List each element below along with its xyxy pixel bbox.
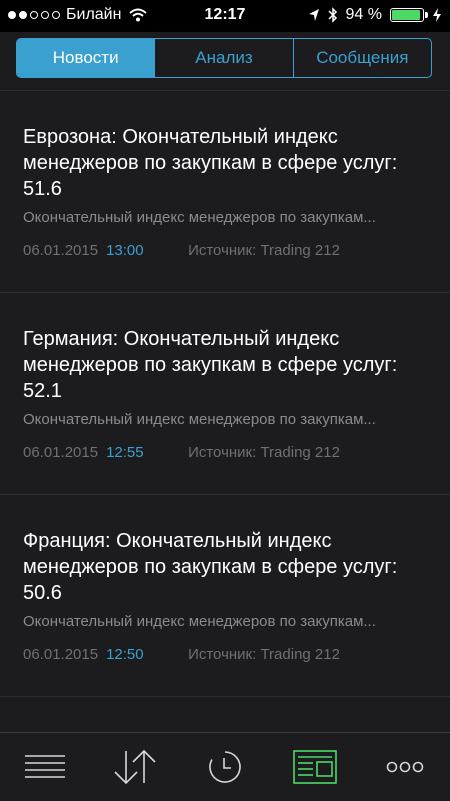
battery-icon [390, 8, 428, 22]
more-button[interactable] [385, 747, 425, 787]
signal-dot [41, 11, 49, 19]
news-icon [293, 750, 337, 784]
news-item[interactable]: Еврозона: Окончательный индекс менеджеро… [0, 91, 450, 293]
menu-button[interactable] [23, 747, 67, 787]
more-dots-icon [386, 761, 424, 773]
location-arrow-icon [308, 9, 319, 21]
wifi-icon [129, 8, 148, 22]
history-clock-icon [209, 751, 241, 783]
trade-button[interactable] [110, 747, 160, 787]
news-tab-button[interactable] [292, 747, 338, 787]
menu-icon [25, 755, 65, 778]
status-left: Билайн [8, 6, 148, 24]
carrier-name: Билайн [66, 6, 122, 23]
news-date: 06.01.2015 [23, 646, 99, 663]
tab-analysis[interactable]: Анализ [154, 39, 292, 77]
signal-dot [8, 11, 16, 19]
news-meta: 06.01.2015 12:50 Источник: Trading 212 [23, 646, 434, 663]
signal-strength-icon [8, 11, 60, 19]
signal-dot [19, 11, 27, 19]
news-time: 13:00 [106, 242, 144, 259]
tab-messages[interactable]: Сообщения [292, 39, 431, 77]
news-time: 12:50 [106, 646, 144, 663]
status-bar: Билайн 12:17 94 % [0, 0, 450, 32]
news-title: Германия: Окончательный индекс менеджеро… [23, 328, 398, 402]
news-snippet: Окончательный индекс менеджеров по закуп… [23, 613, 376, 630]
news-meta: 06.01.2015 12:55 Источник: Trading 212 [23, 444, 434, 461]
battery-fill [392, 10, 421, 20]
history-button[interactable] [205, 747, 245, 787]
news-snippet: Окончательный индекс менеджеров по закуп… [23, 411, 376, 428]
news-source: Источник: Trading 212 [188, 444, 340, 461]
section-switcher: Новости Анализ Сообщения [16, 38, 432, 78]
news-time: 12:55 [106, 444, 144, 461]
news-snippet: Окончательный индекс менеджеров по закуп… [23, 209, 376, 226]
news-item[interactable]: Германия: Окончательный индекс менеджеро… [0, 293, 450, 495]
status-right: 94 % [308, 6, 442, 24]
news-title: Франция: Окончательный индекс менеджеров… [23, 530, 398, 604]
transfer-arrows-icon [114, 749, 156, 785]
news-date: 06.01.2015 [23, 444, 99, 461]
tab-news[interactable]: Новости [17, 39, 155, 77]
signal-dot [52, 11, 60, 19]
charging-bolt-icon [433, 8, 441, 22]
news-date: 06.01.2015 [23, 242, 99, 259]
battery-percent: 94 % [345, 6, 382, 23]
news-item[interactable]: Франция: Окончательный индекс менеджеров… [0, 495, 450, 697]
bluetooth-icon [328, 7, 337, 23]
news-title: Еврозона: Окончательный индекс менеджеро… [23, 126, 398, 200]
news-meta: 06.01.2015 13:00 Источник: Trading 212 [23, 242, 434, 259]
news-list: Еврозона: Окончательный индекс менеджеро… [0, 91, 450, 697]
bottom-tab-bar [0, 732, 450, 801]
news-source: Источник: Trading 212 [188, 646, 340, 663]
news-source: Источник: Trading 212 [188, 242, 340, 259]
signal-dot [30, 11, 38, 19]
